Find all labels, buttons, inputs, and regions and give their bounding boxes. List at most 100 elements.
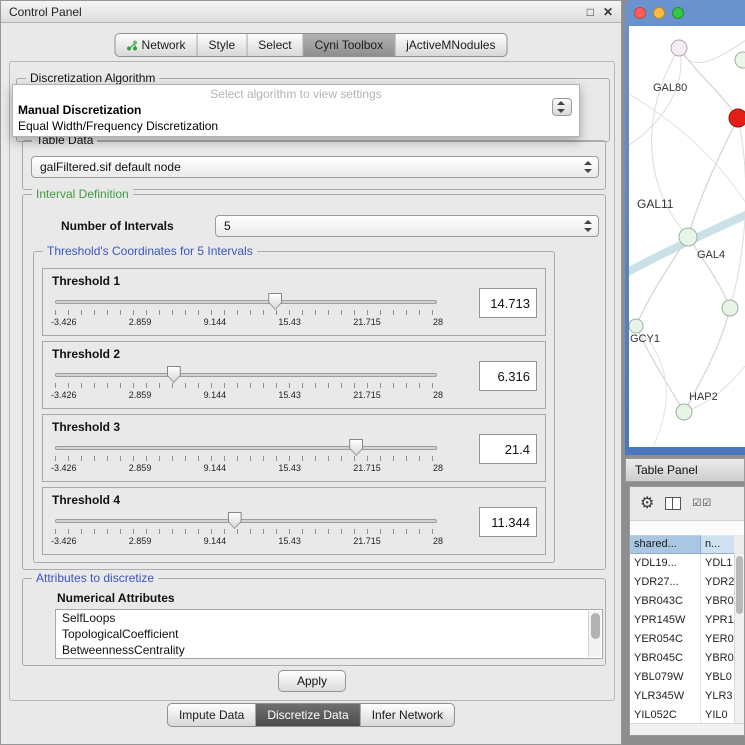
combo-arrows-icon — [584, 220, 593, 232]
tab-infer-network[interactable]: Infer Network — [361, 704, 454, 726]
tab-cyni-toolbox[interactable]: Cyni Toolbox — [304, 34, 395, 56]
network-node-gcy1[interactable] — [629, 319, 643, 333]
network-node-hap2[interactable] — [676, 404, 692, 420]
list-item[interactable]: SelfLoops — [56, 610, 602, 626]
cell[interactable]: YIL0 — [701, 706, 734, 723]
threshold-4-slider-track[interactable] — [55, 519, 437, 523]
table-row[interactable]: YLR345WYLR3 — [630, 687, 734, 706]
table-row[interactable]: YBR045CYBR0 — [630, 649, 734, 668]
algorithm-option-manual[interactable]: Manual Discretization — [18, 103, 141, 117]
cell[interactable]: YBL0 — [701, 668, 734, 687]
scale-label: 15.43 — [278, 390, 301, 400]
threshold-1-slider-thumb[interactable] — [268, 293, 282, 310]
cell[interactable]: YPR145W — [630, 611, 701, 630]
threshold-1-slider-track[interactable] — [55, 300, 437, 304]
select-rows-icons[interactable]: ☑☑ — [692, 498, 712, 509]
table-row[interactable]: YER054CYER0 — [630, 630, 734, 649]
columns-icon[interactable] — [665, 497, 681, 510]
table-row[interactable]: YPR145WYPR1 — [630, 611, 734, 630]
float-window-icon[interactable]: □ — [587, 6, 594, 18]
close-icon[interactable]: ✕ — [603, 6, 613, 18]
list-item[interactable]: TopologicalCoefficient — [56, 626, 602, 642]
tab-style[interactable]: Style — [198, 34, 248, 56]
cell[interactable]: YBR045C — [630, 649, 701, 668]
number-of-intervals-label: Number of Intervals — [61, 219, 174, 233]
scale-label: 28 — [433, 536, 443, 546]
scrollbar-thumb[interactable] — [736, 556, 743, 614]
cell[interactable]: YDL1 — [701, 554, 734, 573]
cell[interactable]: YPR1 — [701, 611, 734, 630]
network-view-window: GAL80 GAL11 GAL4 GCY1 HAP2 — [625, 0, 745, 455]
column-header-name[interactable]: n... — [701, 535, 734, 554]
table-row[interactable]: YDR27...YDR2 — [630, 573, 734, 592]
zoom-traffic-light[interactable] — [672, 7, 684, 19]
threshold-1-label: Threshold 1 — [52, 274, 120, 288]
table-panel-title: Table Panel — [635, 463, 698, 477]
network-window-titlebar — [625, 0, 745, 26]
table-panel-header[interactable]: Table Panel — [625, 458, 745, 482]
threshold-coordinates-group: Threshold's Coordinates for 5 Intervals … — [33, 251, 555, 563]
tab-discretize-data[interactable]: Discretize Data — [256, 704, 360, 726]
table-vertical-scrollbar[interactable] — [734, 554, 744, 723]
network-canvas[interactable]: GAL80 GAL11 GAL4 GCY1 HAP2 — [629, 26, 745, 447]
threshold-3-slider-thumb[interactable] — [349, 439, 363, 456]
threshold-2-slider-thumb[interactable] — [167, 366, 181, 383]
network-icon — [127, 40, 138, 51]
table-row[interactable]: YIL052CYIL0 — [630, 706, 734, 723]
network-node-selected[interactable] — [729, 109, 745, 127]
threshold-3-slider-track[interactable] — [55, 446, 437, 450]
tab-select[interactable]: Select — [247, 34, 303, 56]
cell[interactable]: YDL19... — [630, 554, 701, 573]
cell[interactable]: YER0 — [701, 630, 734, 649]
table-rows: YDL19...YDL1 YDR27...YDR2 YBR043CYBR0 YP… — [630, 554, 734, 723]
algorithm-combo-button[interactable] — [552, 98, 572, 116]
scale-label: -3.426 — [51, 463, 77, 473]
close-traffic-light[interactable] — [634, 7, 646, 19]
threshold-coordinates-group-title: Threshold's Coordinates for 5 Intervals — [43, 244, 257, 258]
scrollbar-thumb[interactable] — [591, 613, 600, 639]
tab-impute-data[interactable]: Impute Data — [168, 704, 256, 726]
cell[interactable]: YDR27... — [630, 573, 701, 592]
interval-definition-group: Interval Definition Number of Intervals … — [22, 194, 606, 570]
tab-jactivemnodules[interactable]: jActiveMNodules — [395, 34, 506, 56]
cell[interactable]: YLR345W — [630, 687, 701, 706]
threshold-4-slider-thumb[interactable] — [228, 512, 242, 529]
table-row[interactable]: YDL19...YDL1 — [630, 554, 734, 573]
cell[interactable]: YER054C — [630, 630, 701, 649]
threshold-4-value-field[interactable]: 11.344 — [479, 507, 537, 537]
network-node[interactable] — [722, 300, 738, 316]
apply-button[interactable]: Apply — [278, 670, 346, 692]
algorithm-option-equal-width[interactable]: Equal Width/Frequency Discretization — [18, 119, 218, 133]
cell[interactable]: YBL079W — [630, 668, 701, 687]
cell[interactable]: YBR043C — [630, 592, 701, 611]
network-node[interactable] — [671, 40, 687, 56]
scale-label: 2.859 — [129, 536, 152, 546]
threshold-1-value-field[interactable]: 14.713 — [479, 288, 537, 318]
threshold-2-slider-track[interactable] — [55, 373, 437, 377]
network-node[interactable] — [735, 52, 745, 68]
number-of-intervals-combobox[interactable]: 5 — [215, 215, 599, 237]
cell[interactable]: YLR3 — [701, 687, 734, 706]
table-data-combobox[interactable]: galFiltered.sif default node — [31, 156, 599, 178]
network-node-gal4[interactable] — [679, 228, 697, 246]
cell[interactable]: YBR0 — [701, 649, 734, 668]
minimize-traffic-light[interactable] — [653, 7, 665, 19]
attributes-list-scrollbar[interactable] — [588, 611, 601, 657]
cell[interactable]: YIL052C — [630, 706, 701, 723]
threshold-2-value-field[interactable]: 6.316 — [479, 361, 537, 391]
threshold-3-value-field[interactable]: 21.4 — [479, 434, 537, 464]
tab-network[interactable]: Network — [116, 34, 198, 56]
scale-label: 15.43 — [278, 536, 301, 546]
gear-icon[interactable]: ⚙ — [640, 496, 654, 512]
threshold-3-label: Threshold 3 — [52, 420, 120, 434]
scale-label: 15.43 — [278, 317, 301, 327]
table-row[interactable]: YBL079WYBL0 — [630, 668, 734, 687]
table-horizontal-scrollbar[interactable] — [630, 723, 744, 735]
cell[interactable]: YBR0 — [701, 592, 734, 611]
list-item[interactable]: BetweennessCentrality — [56, 642, 602, 658]
table-row[interactable]: YBR043CYBR0 — [630, 592, 734, 611]
threshold-2-label: Threshold 2 — [52, 347, 120, 361]
numerical-attributes-label: Numerical Attributes — [57, 591, 175, 605]
cell[interactable]: YDR2 — [701, 573, 734, 592]
column-header-shared-name[interactable]: shared... — [630, 535, 701, 554]
